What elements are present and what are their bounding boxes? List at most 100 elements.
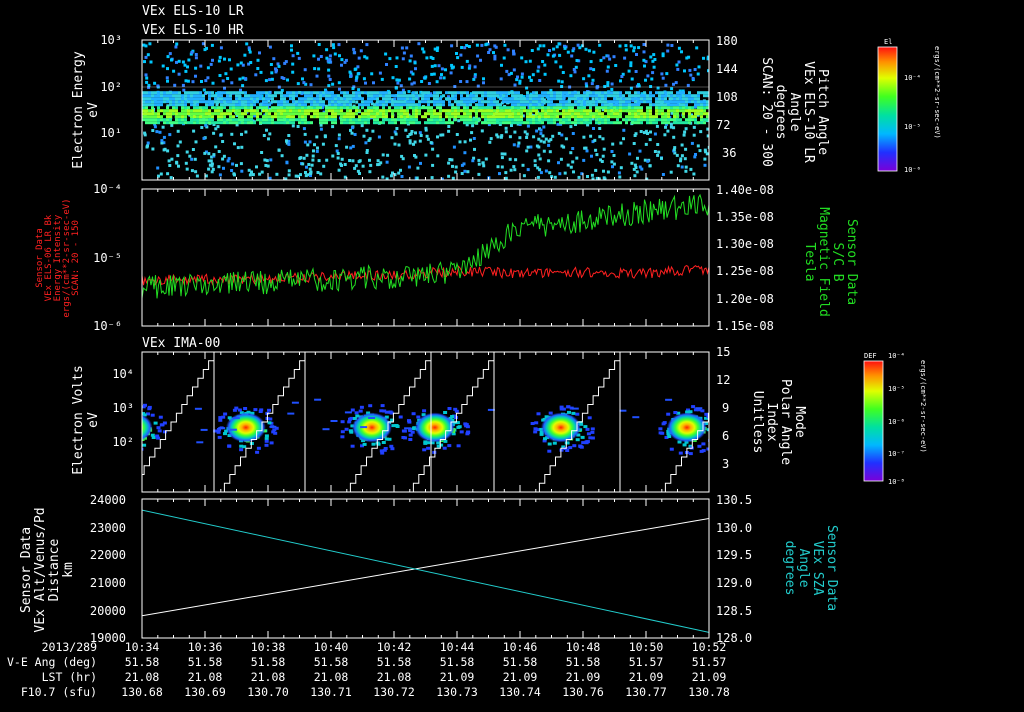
spectrogram-pixel [632,142,636,145]
spectrogram-band-pixel [484,106,487,110]
spectrogram-pixel [682,133,686,137]
spectrogram-band-pixel [379,115,382,119]
spectrogram-band-pixel [370,106,373,110]
spectrogram-band-pixel [538,121,541,125]
footer-lst-value: 21.09 [440,670,475,684]
spectrogram-band-pixel [217,115,220,119]
spectrogram-pixel [477,162,481,166]
spectrogram-band-pixel [595,109,598,113]
spectrogram-band-pixel [271,115,274,119]
spectrogram-pixel [400,46,404,50]
ima-blob-pixel [422,448,427,452]
spectrogram-pixel [672,82,675,86]
spectrogram-pixel [430,64,434,68]
spectrogram-band-pixel [673,121,676,125]
ion-energy-spectrogram [142,352,709,492]
spectrogram-pixel [548,171,552,175]
spectrogram-band-pixel [466,97,469,101]
spectrogram-band-pixel [319,115,322,119]
spectrogram-band-pixel [190,118,193,122]
spectrogram-band-pixel [595,97,598,101]
spectrogram-band-pixel [613,109,616,113]
spectrogram-pixel [638,149,642,153]
spectrogram-band-pixel [268,115,271,119]
panel4-ytick: 20000 [90,604,126,618]
spectrogram-band-pixel [226,121,229,125]
spectrogram-pixel [528,59,532,63]
spectrogram-band-pixel [322,91,325,95]
spectrogram-pixel [349,74,353,78]
spectrogram-band-pixel [148,112,151,116]
spectrogram-band-pixel [682,94,685,98]
spectrogram-band-pixel [502,94,505,98]
spectrogram-band-pixel [196,94,199,98]
spectrogram-band-pixel [391,112,394,116]
spectrogram-band-pixel [256,115,259,119]
spectrogram-band-pixel [226,100,229,104]
spectrogram-pixel [291,70,295,74]
spectrogram-band-pixel [577,121,580,125]
spectrogram-band-pixel [343,118,346,122]
spectrogram-band-pixel [478,91,481,95]
spectrogram-pixel [480,43,484,47]
spectrogram-band-pixel [361,106,364,110]
spectrogram-pixel [466,170,470,174]
spectrogram-band-pixel [280,112,283,116]
spectrogram-band-pixel [451,91,454,95]
spectrogram-band-pixel [358,118,361,122]
spectrogram-band-pixel [616,91,619,95]
spectrogram-pixel [260,151,264,154]
spectrogram-band-pixel [328,106,331,110]
spectrogram-band-pixel [607,109,610,113]
spectrogram-pixel [589,60,593,64]
spectrogram-band-pixel [367,118,370,122]
spectrogram-pixel [695,46,699,50]
spectrogram-band-pixel [421,100,424,104]
spectrogram-pixel [337,81,341,85]
spectrogram-pixel [703,157,707,161]
ima-blob-pixel [234,406,239,410]
spectrogram-pixel [172,69,176,73]
spectrogram-pixel [361,164,365,168]
spectrogram-band-pixel [511,100,514,104]
spectrogram-band-pixel [181,106,184,110]
spectrogram-band-pixel [451,121,454,125]
spectrogram-band-pixel [319,118,322,122]
spectrogram-pixel [308,140,312,144]
spectrogram-band-pixel [247,115,250,119]
spectrogram-band-pixel [439,112,442,116]
ima-stray-pixel [314,398,322,401]
spectrogram-band-pixel [220,91,223,95]
spectrogram-band-pixel [349,118,352,122]
spectrogram-pixel [516,75,519,79]
spectrogram-band-pixel [646,121,649,125]
spectrogram-band-pixel [184,112,187,116]
spectrogram-band-pixel [574,97,577,101]
spectrogram-band-pixel [268,94,271,98]
spectrogram-pixel [214,145,218,149]
spectrogram-band-pixel [157,112,160,116]
footer-times-value: 10:36 [188,640,223,654]
spectrogram-band-pixel [367,94,370,98]
ima-blob-pixel [533,427,538,431]
spectrogram-pixel [515,78,519,82]
spectrogram-band-pixel [220,109,223,113]
spectrogram-band-pixel [145,94,148,98]
spectrogram-band-pixel [541,109,544,113]
spectrogram-band-pixel [517,91,520,95]
spectrogram-band-pixel [649,94,652,98]
spectrogram-band-pixel [601,91,604,95]
spectrogram-band-pixel [361,115,364,119]
spectrogram-band-pixel [316,91,319,95]
spectrogram-pixel [439,76,443,80]
spectrogram-pixel [493,57,497,61]
spectrogram-band-pixel [346,121,349,125]
spectrogram-band-pixel [463,103,466,107]
footer-f107-value: 130.69 [184,685,226,699]
spectrogram-band-pixel [289,121,292,125]
spectrogram-band-pixel [577,115,580,119]
spectrogram-band-pixel [595,91,598,95]
spectrogram-pixel [427,82,431,85]
spectrogram-band-pixel [223,112,226,116]
spectrogram-pixel [200,126,204,129]
